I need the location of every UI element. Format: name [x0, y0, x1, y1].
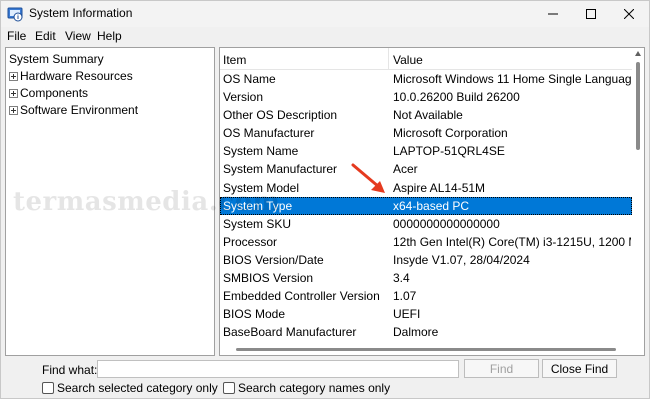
row-item-cell: OS Name: [223, 72, 276, 86]
row-item-cell: BIOS Version/Date: [223, 252, 324, 267]
menu-edit[interactable]: Edit: [35, 29, 56, 43]
row-item-cell: Embedded Controller Version: [223, 289, 380, 304]
expand-icon[interactable]: [9, 105, 18, 115]
row-value-cell: Microsoft Corporation: [393, 126, 508, 141]
row-value-cell: 12th Gen Intel(R) Core(TM) i3-1215U, 120…: [393, 234, 631, 249]
tree-item-label: Software Environment: [20, 103, 139, 117]
title-bar[interactable]: System Information: [1, 1, 649, 27]
table-row[interactable]: System Name LAPTOP-51QRL4SE: [220, 142, 632, 160]
expand-icon[interactable]: [9, 88, 18, 98]
table-row[interactable]: OS Name Microsoft Windows 11 Home Single …: [220, 70, 632, 88]
row-value-cell: Insyde V1.07, 28/04/2024: [393, 252, 530, 267]
tree-item-components[interactable]: Components: [9, 86, 88, 100]
table-row[interactable]: System SKU 0000000000000000: [220, 215, 632, 233]
row-item-cell: System Model: [223, 180, 300, 195]
table-row[interactable]: BaseBoard Manufacturer Dalmore: [220, 323, 632, 341]
table-row[interactable]: System Manufacturer Acer: [220, 160, 632, 178]
search-category-names-checkbox[interactable]: Search category names only: [223, 381, 390, 395]
table-row[interactable]: System Type x64-based PC: [220, 196, 632, 215]
row-value-cell: Acer: [393, 162, 418, 177]
row-value-cell: Aspire AL14-51M: [393, 180, 486, 195]
maximize-icon: [586, 9, 596, 19]
table-row[interactable]: System Model Aspire AL14-51M: [220, 179, 632, 197]
vertical-scrollbar[interactable]: [632, 48, 644, 341]
scroll-up-icon[interactable]: [635, 51, 641, 56]
list-header: Item Value: [220, 48, 632, 70]
checkbox-box[interactable]: [42, 382, 54, 394]
tree-item-software-environment[interactable]: Software Environment: [9, 103, 138, 117]
window-title: System Information: [29, 6, 133, 20]
row-item-cell: BaseBoard Manufacturer: [223, 325, 357, 340]
category-tree[interactable]: System Summary Hardware Resources Compon…: [5, 47, 215, 356]
row-value-cell: 1.07: [393, 289, 417, 304]
table-row[interactable]: BIOS Mode UEFI: [220, 305, 632, 323]
menu-help[interactable]: Help: [97, 29, 122, 43]
row-item-cell: BIOS Mode: [223, 307, 286, 322]
row-value-cell: 3.4: [393, 271, 410, 286]
table-row[interactable]: Version 10.0.26200 Build 26200: [220, 88, 632, 106]
row-item-cell: Version: [223, 90, 264, 105]
find-what-label: Find what:: [42, 363, 98, 377]
row-value-cell: Not Available: [393, 108, 463, 123]
horizontal-scrollbar[interactable]: [220, 341, 644, 355]
close-find-button[interactable]: Close Find: [542, 359, 617, 378]
row-value-cell: 10.0.26200 Build 26200: [393, 90, 520, 105]
details-list[interactable]: Item Value OS Name Microsoft Windows 11 H…: [219, 47, 645, 356]
row-value-cell: UEFI: [393, 307, 421, 322]
row-value-cell: 0000000000000000: [393, 216, 500, 231]
row-value-cell: x64-based PC: [393, 198, 470, 213]
row-value-cell: Dalmore: [393, 325, 439, 340]
checkbox-box[interactable]: [223, 382, 235, 394]
row-item-cell: OS Manufacturer: [223, 126, 315, 141]
tree-item-hardware-resources[interactable]: Hardware Resources: [9, 69, 133, 83]
checkbox-label: Search category names only: [238, 381, 391, 395]
minimize-icon: [548, 13, 558, 15]
system-information-window: System Information File Edit View Help S…: [0, 0, 650, 399]
tree-item-system-summary[interactable]: System Summary: [9, 52, 104, 66]
table-row[interactable]: Embedded Controller Version 1.07: [220, 287, 632, 305]
search-selected-category-checkbox[interactable]: Search selected category only: [42, 381, 218, 395]
row-item-cell: System Manufacturer: [223, 162, 338, 177]
column-divider[interactable]: [388, 48, 389, 70]
row-item-cell: Other OS Description: [223, 108, 338, 123]
close-button[interactable]: [607, 1, 650, 27]
row-value-cell: LAPTOP-51QRL4SE: [393, 144, 505, 159]
table-row[interactable]: OS Manufacturer Microsoft Corporation: [220, 124, 632, 142]
close-icon: [624, 9, 634, 19]
expand-icon[interactable]: [9, 71, 18, 81]
table-row[interactable]: Other OS Description Not Available: [220, 106, 632, 124]
checkbox-label: Search selected category only: [57, 381, 218, 395]
menu-bar: File Edit View Help: [1, 27, 649, 45]
find-what-input[interactable]: [97, 360, 459, 378]
table-row[interactable]: Processor 12th Gen Intel(R) Core(TM) i3-1…: [220, 233, 632, 251]
horizontal-scroll-thumb[interactable]: [236, 348, 616, 351]
menu-file[interactable]: File: [7, 29, 26, 43]
menu-view[interactable]: View: [65, 29, 91, 43]
row-item-cell: SMBIOS Version: [223, 271, 314, 286]
find-button[interactable]: Find: [464, 359, 539, 378]
row-item-cell: System Type: [223, 198, 293, 213]
row-item-cell: Processor: [223, 234, 278, 249]
table-row[interactable]: SMBIOS Version 3.4: [220, 269, 632, 287]
row-value-cell: Microsoft Windows 11 Home Single Languag…: [393, 72, 631, 86]
row-item-cell: System SKU: [223, 216, 292, 231]
tree-item-label: Hardware Resources: [20, 69, 133, 83]
system-information-app-icon: [7, 7, 23, 22]
column-header-value[interactable]: Value: [393, 53, 423, 67]
list-rows: OS Name Microsoft Windows 11 Home Single …: [220, 70, 632, 341]
row-item-cell: System Name: [223, 144, 299, 159]
column-header-item[interactable]: Item: [223, 53, 246, 67]
table-row[interactable]: BIOS Version/Date Insyde V1.07, 28/04/202…: [220, 251, 632, 269]
vertical-scroll-thumb[interactable]: [636, 62, 640, 150]
tree-item-label: Components: [20, 86, 89, 100]
